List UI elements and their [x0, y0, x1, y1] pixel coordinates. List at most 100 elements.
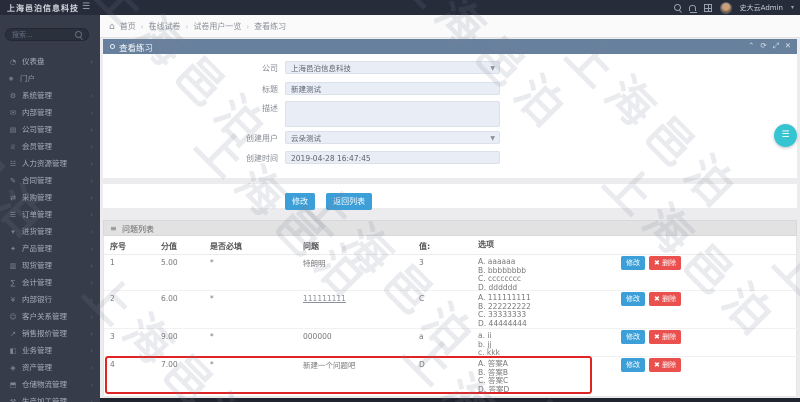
collapse-icon[interactable]: ⌃ [748, 41, 754, 51]
question-text: 新建一个问题吧 [303, 361, 356, 370]
row-modify-button[interactable]: 修改 [621, 358, 645, 372]
hammer-icon: ⚒ [9, 397, 17, 402]
created-time-label: 创建时间 [246, 154, 278, 163]
table-row: 1 5.00 * 特朗明 3 A. aaaaaa B. bbbbbbbb C. c… [104, 254, 798, 291]
page-title: 查看练习 [119, 44, 154, 54]
chevron-icon: › [90, 57, 93, 66]
sidebar-item-assets[interactable]: ◈ 资产管理 › [0, 359, 100, 376]
chevron-icon: › [90, 329, 93, 338]
close-icon[interactable]: ✕ [785, 41, 791, 51]
fullscreen-icon[interactable]: ⤢ [773, 41, 779, 51]
star-icon: ✦ [10, 244, 16, 253]
row-delete-button[interactable]: ✖ 删除 [649, 358, 682, 372]
navbar-right: 史大云Admin ▾ [673, 0, 794, 15]
sidebar-item-quotation[interactable]: ↗ 销售报价管理 › [0, 325, 100, 342]
pen-icon: ✎ [10, 176, 16, 185]
top-navbar: 上海邑泊信息科技 ☰ 史大云Admin ▾ [0, 0, 800, 15]
created-time-field[interactable]: 2019-04-28 16:47:45 [285, 151, 500, 164]
search-icon[interactable] [75, 31, 82, 38]
breadcrumb-home[interactable]: 首页 [120, 21, 136, 32]
row-modify-button[interactable]: 修改 [621, 330, 645, 344]
sidebar-item-spot[interactable]: ▥ 现货管理 › [0, 257, 100, 274]
apps-grid-icon[interactable] [703, 3, 712, 12]
sidebar-item-product[interactable]: ✦ 产品管理 › [0, 240, 100, 257]
row-actions: 修改 ✖ 删除 [621, 330, 682, 344]
sidebar-item-business[interactable]: ◧ 业务管理 › [0, 342, 100, 359]
refresh-icon[interactable]: ⟳ [760, 41, 766, 51]
question-link[interactable]: 111111111 [303, 294, 346, 303]
chevron-icon: › [90, 125, 93, 134]
people-icon: ☳ [9, 159, 17, 168]
panel-icon: ◧ [9, 346, 17, 355]
creator-select[interactable]: 云朵测试 ▼ [285, 131, 500, 144]
table-row: 2 6.00 * 111111111 C A. 111111111 B. 2222… [104, 290, 798, 329]
chevron-icon: › [90, 91, 93, 100]
chevron-icon: › [90, 159, 93, 168]
description-textarea[interactable] [285, 101, 500, 127]
sidebar-item-accounting[interactable]: ∑ 会计管理 › [0, 274, 100, 291]
row-actions: 修改 ✖ 删除 [621, 358, 682, 372]
table-row: 3 9.00 * 000000 a a. ii b. jj c. kkk 修改 ✖ … [104, 328, 798, 357]
title-field[interactable]: 新建测试 [285, 82, 500, 95]
chevron-icon: › [90, 278, 93, 287]
separator-icon: › [140, 22, 144, 31]
sidebar-item-production[interactable]: ⚒ 生产加工管理 › [0, 393, 100, 402]
row-delete-button[interactable]: ✖ 删除 [649, 292, 682, 306]
avatar[interactable] [719, 1, 732, 14]
mail-icon: ✉ [10, 108, 16, 117]
sidebar-item-hr[interactable]: ☳ 人力资源管理 › [0, 155, 100, 172]
box-icon: ⬒ [9, 380, 17, 389]
panel-title-bar: 查看练习 ⌃ ⟳ ⤢ ✕ [103, 39, 797, 54]
question-table: 序号 分值 是否必填 问题 值: 选项 1 5.00 * 特朗明 3 A. aa… [103, 236, 798, 397]
chevron-icon: › [90, 346, 93, 355]
chevron-down-icon: ▼ [490, 135, 495, 142]
modify-button[interactable]: 修改 [285, 193, 315, 210]
username[interactable]: 史大云Admin [740, 3, 783, 13]
sidebar-item-dashboard[interactable]: ◔ 仪表盘 › [0, 53, 100, 70]
table-header-row: 序号 分值 是否必填 问题 值: 选项 [104, 236, 798, 255]
row-modify-button[interactable]: 修改 [621, 256, 645, 270]
sidebar-item-contract[interactable]: ✎ 合同管理 › [0, 172, 100, 189]
row-modify-button[interactable]: 修改 [621, 292, 645, 306]
form-button-bar: 修改 返回列表 [103, 184, 797, 210]
chevron-down-icon[interactable]: ▾ [791, 4, 794, 11]
sidebar-item-bank[interactable]: ¥ 内部银行 › [0, 291, 100, 308]
question-list-header: ≡ 问题列表 [103, 220, 797, 236]
sidebar-item-member[interactable]: ♕ 会员管理 › [0, 138, 100, 155]
chevron-icon: › [90, 261, 93, 270]
sidebar-item-company[interactable]: ▤ 公司管理 › [0, 121, 100, 138]
breadcrumb-current: 查看练习 [254, 22, 287, 31]
creator-label: 创建用户 [246, 134, 278, 143]
sidebar: ◔仪表盘› ●门户 ⚙系统管理› ✉内部管理› ▤公司管理› ♕会员管理› ☳人… [0, 15, 100, 402]
row-delete-button[interactable]: ✖ 删除 [649, 330, 682, 344]
sidebar-toggle-icon[interactable]: ☰ [82, 2, 90, 12]
sidebar-item-purchase-in[interactable]: ▾ 进货管理 › [0, 223, 100, 240]
smile-icon: ☺ [9, 312, 17, 321]
row-delete-button[interactable]: ✖ 删除 [649, 256, 682, 270]
panel-tools: ⌃ ⟳ ⤢ ✕ [748, 41, 791, 51]
title-label: 标题 [262, 85, 278, 94]
chevron-icon: › [90, 244, 93, 253]
chevron-icon: › [90, 312, 93, 321]
home-icon[interactable]: ⌂ [109, 22, 115, 32]
sidebar-item-crm[interactable]: ☺ 客户关系管理 › [0, 308, 100, 325]
circle-icon [110, 44, 115, 49]
sidebar-item-procurement[interactable]: ⇄ 采购管理 › [0, 189, 100, 206]
floating-helper-button[interactable]: ☰ [774, 124, 797, 147]
sidebar-item-warehouse[interactable]: ⬒ 仓储物流管理 › [0, 376, 100, 393]
sidebar-item-orders[interactable]: ☰ 订单管理 › [0, 206, 100, 223]
gear-icon: ⚙ [9, 91, 17, 100]
search-icon[interactable] [673, 4, 681, 11]
breadcrumb-online-exam[interactable]: 在线试卷 [149, 21, 181, 32]
sidebar-item-portal[interactable]: ● 门户 [0, 70, 100, 87]
options-list: a. ii b. jj c. kkk [478, 331, 500, 357]
sidebar-item-internal[interactable]: ✉ 内部管理 › [0, 104, 100, 121]
back-to-list-button[interactable]: 返回列表 [326, 193, 373, 210]
app-window: 上海邑泊信息科技 ☰ 史大云Admin ▾ ◔仪表盘› ●门户 ⚙系统管理› ✉… [0, 0, 800, 402]
sidebar-item-system[interactable]: ⚙ 系统管理 › [0, 87, 100, 104]
sidebar-search-input[interactable] [12, 30, 72, 39]
company-select[interactable]: 上海邑泊信息科技 ▼ [285, 61, 500, 74]
breadcrumb-exam-users[interactable]: 试卷用户一览 [193, 21, 241, 32]
bell-icon[interactable] [688, 4, 697, 13]
chevron-icon: › [90, 295, 93, 304]
